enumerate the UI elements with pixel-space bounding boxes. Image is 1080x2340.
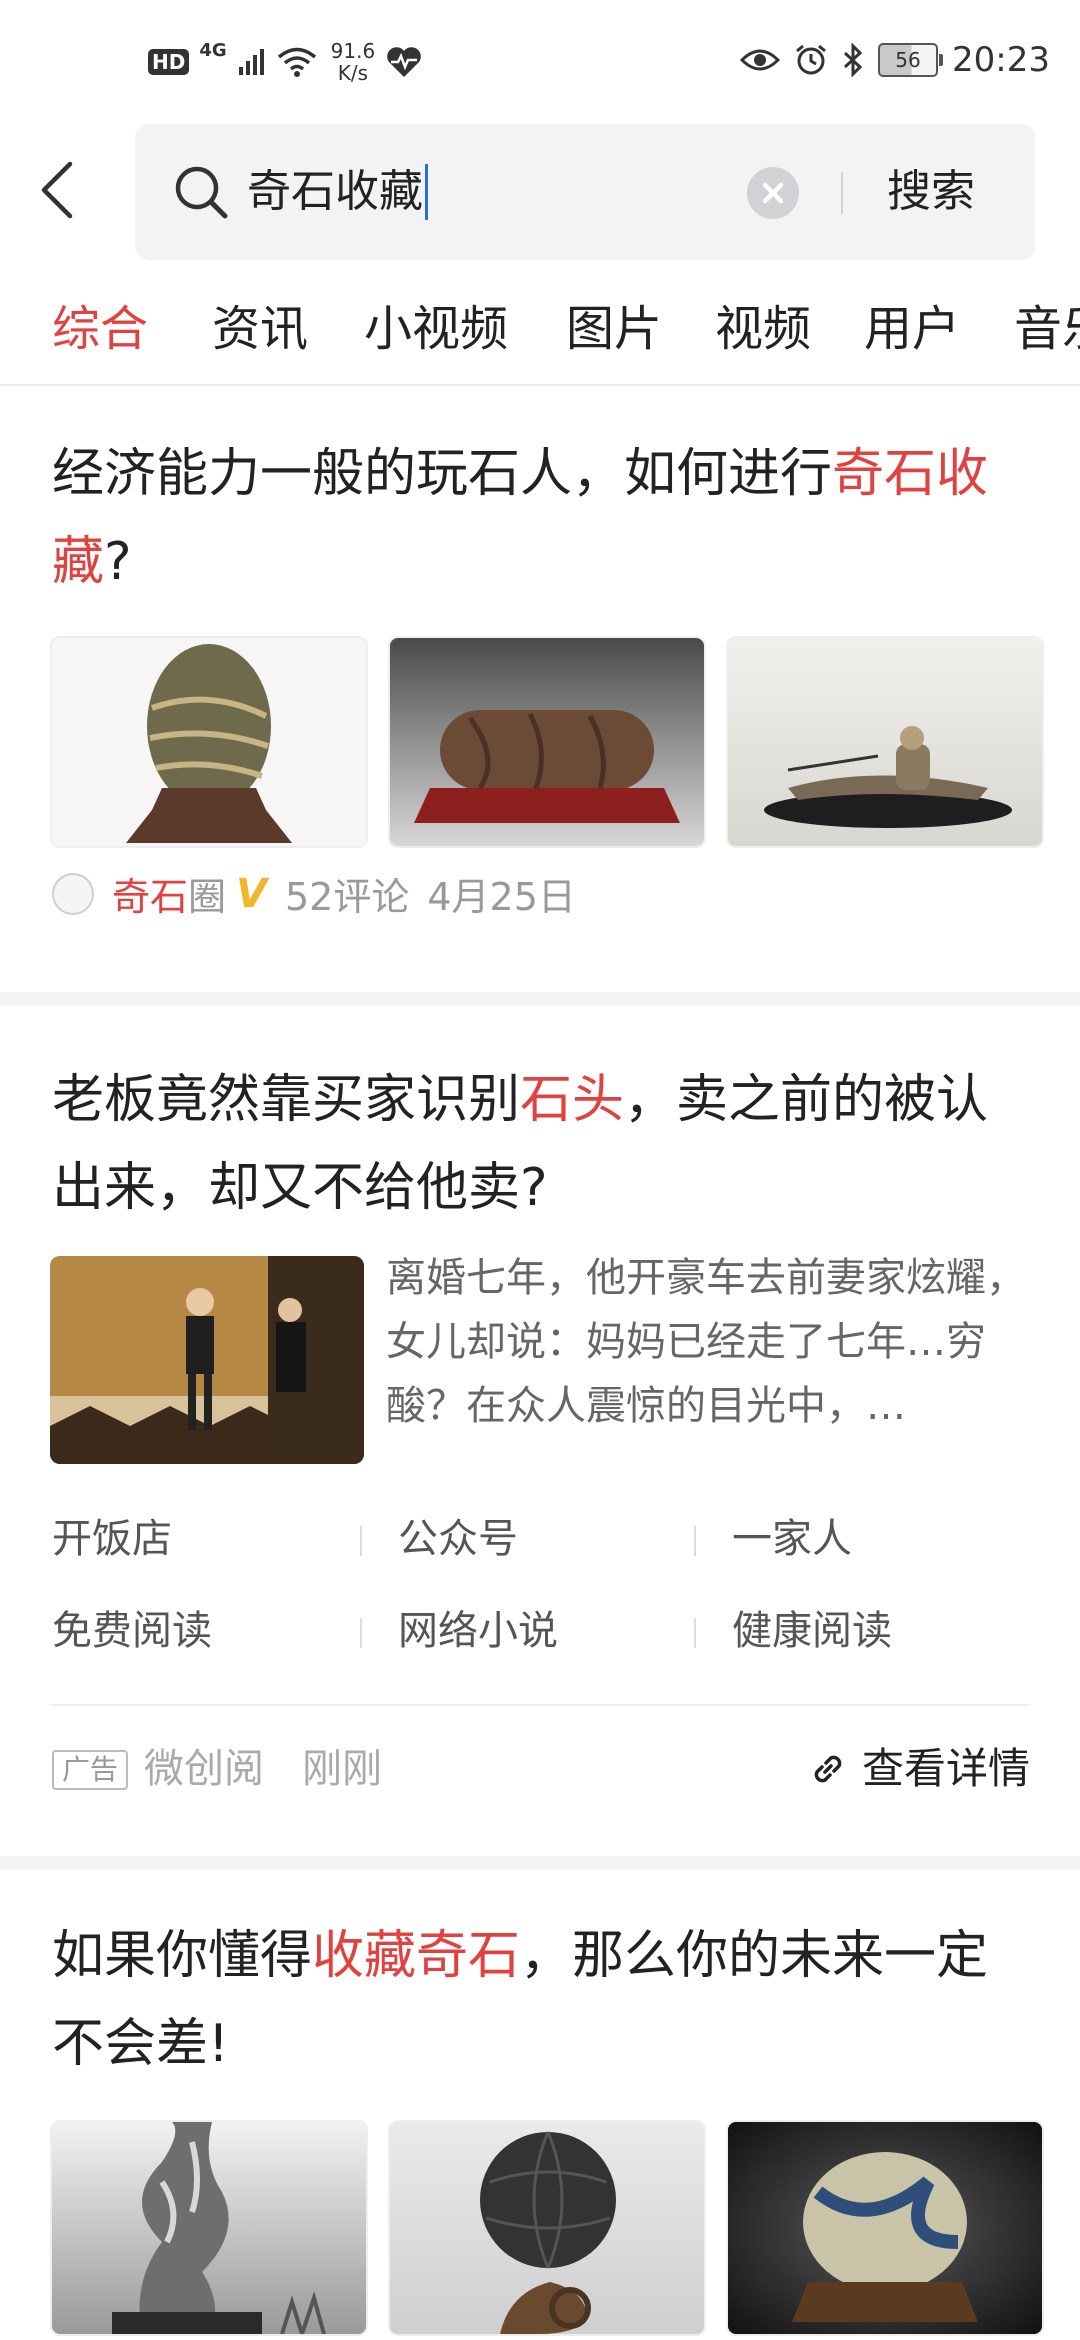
keyword-link[interactable]: 免费阅读 <box>52 1606 212 1656</box>
ad-photo <box>50 1256 364 1464</box>
title-text: 老板竟然靠买家识别 <box>52 1070 521 1130</box>
link-icon <box>814 1755 842 1783</box>
status-bar: HD 4G 91.6 K/s 56 20:23 <box>0 0 1080 120</box>
title-highlight: 收藏奇石 <box>312 1926 521 1986</box>
tab-music[interactable]: 音乐 <box>1014 294 1080 364</box>
source-rest: 圈 <box>188 875 227 919</box>
tab-all[interactable]: 综合 <box>52 294 148 364</box>
back-button[interactable] <box>38 160 98 230</box>
section-divider <box>0 1856 1080 1870</box>
fisherman-stone-image <box>764 726 1012 828</box>
verified-badge: V <box>236 870 267 917</box>
search-divider <box>841 172 843 214</box>
keyword-link[interactable]: 健康阅读 <box>732 1606 892 1656</box>
keyword-link[interactable]: 一家人 <box>732 1514 852 1564</box>
search-icon <box>175 166 228 219</box>
ad-separator <box>50 1704 1030 1706</box>
thumbnail-image[interactable] <box>726 2120 1044 2336</box>
advertiser-name[interactable]: 微创阅 <box>144 1744 264 1794</box>
title-text: 经济能力一般的玩石人，如何进行 <box>52 444 833 504</box>
source-highlight: 奇石 <box>112 875 189 919</box>
battery-indicator: 56 <box>878 43 944 77</box>
source-avatar[interactable] <box>52 872 94 915</box>
network-type: 4G <box>199 40 227 61</box>
signal-icon <box>238 49 264 75</box>
title-text: 如果你懂得 <box>52 1926 313 1986</box>
source-name[interactable]: 奇石圈 <box>112 866 226 921</box>
search-button[interactable]: 搜索 <box>887 164 975 220</box>
keyword-divider <box>694 1618 696 1648</box>
close-icon <box>762 182 784 204</box>
clock: 20:23 <box>952 40 1050 80</box>
article-title[interactable]: 经济能力一般的玩石人，如何进行奇石收藏? <box>52 430 1032 606</box>
search-input[interactable]: 奇石收藏 <box>247 164 428 220</box>
article-card-1[interactable]: 经济能力一般的玩石人，如何进行奇石收藏? 奇石圈 V 52评论 4月25日 <box>0 388 1080 988</box>
keyword-link[interactable]: 开饭店 <box>52 1514 172 1564</box>
speed-value: 91.6 <box>330 39 376 63</box>
section-divider <box>0 992 1080 1006</box>
search-box[interactable]: 奇石收藏 搜索 <box>135 124 1035 260</box>
thumbnail-row <box>50 2120 1044 2336</box>
keyword-divider <box>694 1526 696 1556</box>
tab-short-video[interactable]: 小视频 <box>364 294 508 364</box>
keyword-link[interactable]: 公众号 <box>398 1514 518 1564</box>
article-title[interactable]: 老板竟然靠买家识别石头，卖之前的被认出来，却又不给他卖? <box>52 1056 1032 1232</box>
egg-stone-image <box>792 2152 978 2322</box>
tab-news[interactable]: 资讯 <box>212 294 308 364</box>
tab-images[interactable]: 图片 <box>566 294 662 364</box>
ad-time: 刚刚 <box>302 1746 382 1792</box>
ad-description[interactable]: 离婚七年，他开豪车去前妻家炫耀，女儿却说：妈妈已经走了七年…穷酸？在众人震惊的目… <box>386 1246 1026 1438</box>
eye-icon <box>740 49 781 71</box>
ad-card[interactable]: 老板竟然靠买家识别石头，卖之前的被认出来，却又不给他卖? 离婚七年，他开豪车去前… <box>0 1006 1080 1856</box>
alarm-icon <box>796 44 826 75</box>
thumbnail-image[interactable] <box>50 636 368 848</box>
speed-unit: K/s <box>337 61 369 85</box>
thumbnail-image[interactable] <box>726 636 1044 848</box>
title-highlight: 石头 <box>520 1070 625 1130</box>
keyword-divider <box>360 1526 362 1556</box>
stone-pillow-image <box>414 710 680 823</box>
ball-stone-image <box>480 2131 616 2334</box>
keyword-divider <box>360 1618 362 1648</box>
category-tabs: 综合 资讯 小视频 图片 视频 用户 音乐 <box>0 280 1080 386</box>
thumbnail-image[interactable] <box>50 2120 368 2336</box>
status-right: 56 20:23 <box>740 40 1050 80</box>
hd-icon: HD <box>148 49 190 75</box>
tab-video[interactable]: 视频 <box>715 294 811 364</box>
title-suffix: ? <box>104 532 132 592</box>
keyword-link[interactable]: 网络小说 <box>398 1606 558 1656</box>
article-meta: 奇石圈 V 52评论 4月25日 <box>52 866 576 921</box>
tab-users[interactable]: 用户 <box>864 294 960 364</box>
thumbnail-row <box>50 636 1044 848</box>
comment-count: 52评论 <box>285 875 410 919</box>
article-card-3[interactable]: 如果你懂得收藏奇石，那么你的未来一定不会差! <box>0 1870 1080 2340</box>
network-speed: 91.6 K/s <box>331 40 376 84</box>
clear-button[interactable] <box>747 167 799 219</box>
ad-image[interactable] <box>50 1256 364 1464</box>
ad-badge: 广告 <box>52 1750 129 1790</box>
view-details-label: 查看详情 <box>861 1744 1030 1793</box>
view-details-link[interactable]: 查看详情 <box>808 1744 1030 1794</box>
bluetooth-icon <box>843 43 863 77</box>
thumbnail-image[interactable] <box>388 636 706 848</box>
thumbnail-image[interactable] <box>388 2120 706 2336</box>
article-title[interactable]: 如果你懂得收藏奇石，那么你的未来一定不会差! <box>52 1912 1032 2088</box>
chevron-left-icon <box>41 161 73 219</box>
sculpture-stone-image <box>112 2122 326 2334</box>
publish-date: 4月25日 <box>427 875 576 919</box>
search-header: 奇石收藏 搜索 <box>0 120 1080 270</box>
status-left: HD 4G 91.6 K/s <box>148 40 423 84</box>
heart-pulse-icon <box>387 47 421 77</box>
wifi-icon <box>277 47 316 77</box>
stone-egg-image <box>126 644 292 843</box>
